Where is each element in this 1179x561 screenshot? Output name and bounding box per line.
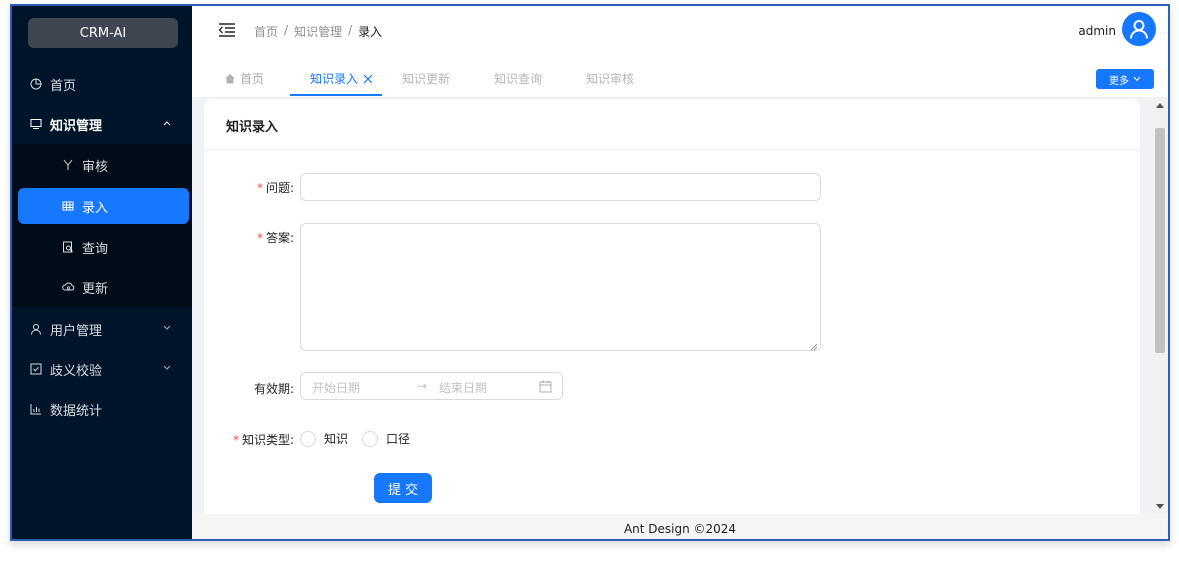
start-date-input[interactable]: 开始日期 [312, 379, 360, 396]
tab-active-indicator [290, 94, 382, 96]
scroll-down-arrow-icon[interactable] [1156, 504, 1164, 509]
question-label: * 问题: [204, 179, 294, 196]
sidebar-item-label: 知识管理 [50, 118, 103, 134]
radio-circle[interactable] [300, 430, 316, 447]
chevron-down-icon [160, 361, 174, 375]
tab-label: 知识录入 [310, 71, 359, 86]
sidebar-item-entry[interactable]: 录入 [18, 188, 189, 224]
more-label: 更多 [1109, 75, 1129, 87]
required-mark: * [232, 433, 239, 447]
close-icon[interactable] [363, 73, 373, 84]
chevron-down-icon [1133, 76, 1141, 82]
breadcrumb-current: 录入 [358, 25, 383, 39]
submit-button[interactable]: 提交 [374, 473, 432, 503]
form-card: 知识录入 * 问题: * 答案: 有效期: 开始日期 → 结束日期 * 知识类型: [204, 99, 1140, 514]
chevron-down-icon [160, 321, 174, 335]
sidebar: CRM-AI 首页 知识管理 审核 录入 查询 更新 用户管理 歧义校验 数据统… [12, 6, 192, 539]
tab-knowledge-query[interactable]: 知识查询 [494, 58, 542, 98]
radio-knowledge[interactable]: 知识 [300, 430, 348, 447]
sidebar-item-users[interactable]: 用户管理 [12, 309, 192, 349]
sidebar-item-label: 歧义校验 [50, 363, 103, 379]
sidebar-item-review[interactable]: 审核 [12, 145, 192, 185]
sidebar-item-label: 数据统计 [50, 403, 103, 419]
chevron-up-icon [160, 116, 174, 130]
sidebar-item-label: 用户管理 [50, 323, 103, 339]
pie-chart-icon [28, 76, 44, 92]
calendar-icon [539, 380, 552, 393]
answer-textarea[interactable] [300, 223, 821, 351]
sidebar-item-label: 首页 [50, 78, 77, 94]
end-date-input[interactable]: 结束日期 [439, 379, 487, 396]
scrollbar[interactable] [1152, 99, 1168, 514]
bar-chart-icon [28, 401, 44, 417]
app-logo: CRM-AI [28, 18, 178, 48]
tab-label: 知识查询 [494, 71, 543, 86]
tab-label: 首页 [240, 71, 265, 86]
footer: Ant Design ©2024 [192, 514, 1168, 539]
sidebar-item-label: 录入 [82, 200, 109, 216]
breadcrumb-separator: / [284, 23, 289, 37]
sidebar-item-label: 审核 [82, 159, 109, 175]
check-square-icon [28, 361, 44, 377]
desktop-icon [28, 116, 44, 132]
radio-label: 口径 [386, 432, 411, 446]
sidebar-item-knowledge[interactable]: 知识管理 [12, 104, 192, 144]
required-mark: * [256, 181, 263, 195]
sidebar-item-query[interactable]: 查询 [12, 227, 192, 267]
breadcrumb: 首页 / 知识管理 / 录入 [254, 23, 382, 40]
file-search-icon [60, 239, 76, 255]
question-input[interactable] [300, 173, 821, 201]
tab-label: 知识更新 [402, 71, 451, 86]
app-window: CRM-AI 首页 知识管理 审核 录入 查询 更新 用户管理 歧义校验 数据统… [10, 4, 1170, 541]
tab-label: 知识审核 [586, 71, 635, 86]
sidebar-item-label: 更新 [82, 281, 109, 297]
header: 首页 / 知识管理 / 录入 admin [192, 6, 1168, 58]
tab-home[interactable]: 首页 [224, 58, 264, 98]
table-icon [60, 198, 76, 214]
user-avatar-icon [1130, 20, 1148, 39]
tab-bar: 首页 知识录入 知识更新 知识查询 知识审核 更多 [192, 58, 1168, 98]
scroll-up-arrow-icon[interactable] [1156, 103, 1164, 108]
scrollbar-thumb[interactable] [1155, 128, 1165, 353]
cloud-sync-icon [60, 279, 76, 295]
knowledge-type-label: * 知识类型: [204, 431, 294, 448]
radio-caliber[interactable]: 口径 [362, 430, 410, 447]
fork-icon [60, 157, 76, 173]
home-icon [224, 73, 236, 84]
tab-knowledge-review[interactable]: 知识审核 [586, 58, 634, 98]
required-mark: * [256, 231, 263, 245]
validity-label: 有效期: [253, 382, 294, 396]
radio-label: 知识 [324, 432, 349, 446]
sidebar-item-home[interactable]: 首页 [12, 64, 192, 104]
breadcrumb-home[interactable]: 首页 [254, 23, 278, 40]
label-text: 答案: [265, 231, 294, 245]
tab-knowledge-update[interactable]: 知识更新 [402, 58, 450, 98]
validity-date-range[interactable]: 开始日期 → 结束日期 [300, 372, 563, 400]
username[interactable]: admin [1078, 24, 1116, 38]
label-text: 知识类型: [241, 433, 294, 447]
sidebar-item-ambiguity[interactable]: 歧义校验 [12, 349, 192, 389]
radio-circle[interactable] [362, 430, 378, 447]
label-text: 问题: [265, 181, 294, 195]
sidebar-item-stats[interactable]: 数据统计 [12, 389, 192, 429]
resize-handle-icon[interactable] [810, 340, 818, 351]
avatar[interactable] [1122, 12, 1156, 46]
user-icon [28, 321, 44, 337]
sidebar-item-update[interactable]: 更新 [12, 267, 192, 307]
sidebar-item-label: 查询 [82, 241, 109, 257]
page-title: 知识录入 [226, 120, 279, 135]
answer-label: * 答案: [204, 229, 294, 246]
breadcrumb-separator: / [348, 23, 353, 37]
tab-knowledge-entry[interactable]: 知识录入 [310, 58, 373, 98]
menu-fold-icon[interactable] [218, 22, 236, 40]
breadcrumb-knowledge[interactable]: 知识管理 [294, 23, 342, 40]
more-tabs-button[interactable]: 更多 [1096, 69, 1154, 89]
range-arrow: → [417, 379, 428, 393]
divider [204, 149, 1140, 150]
